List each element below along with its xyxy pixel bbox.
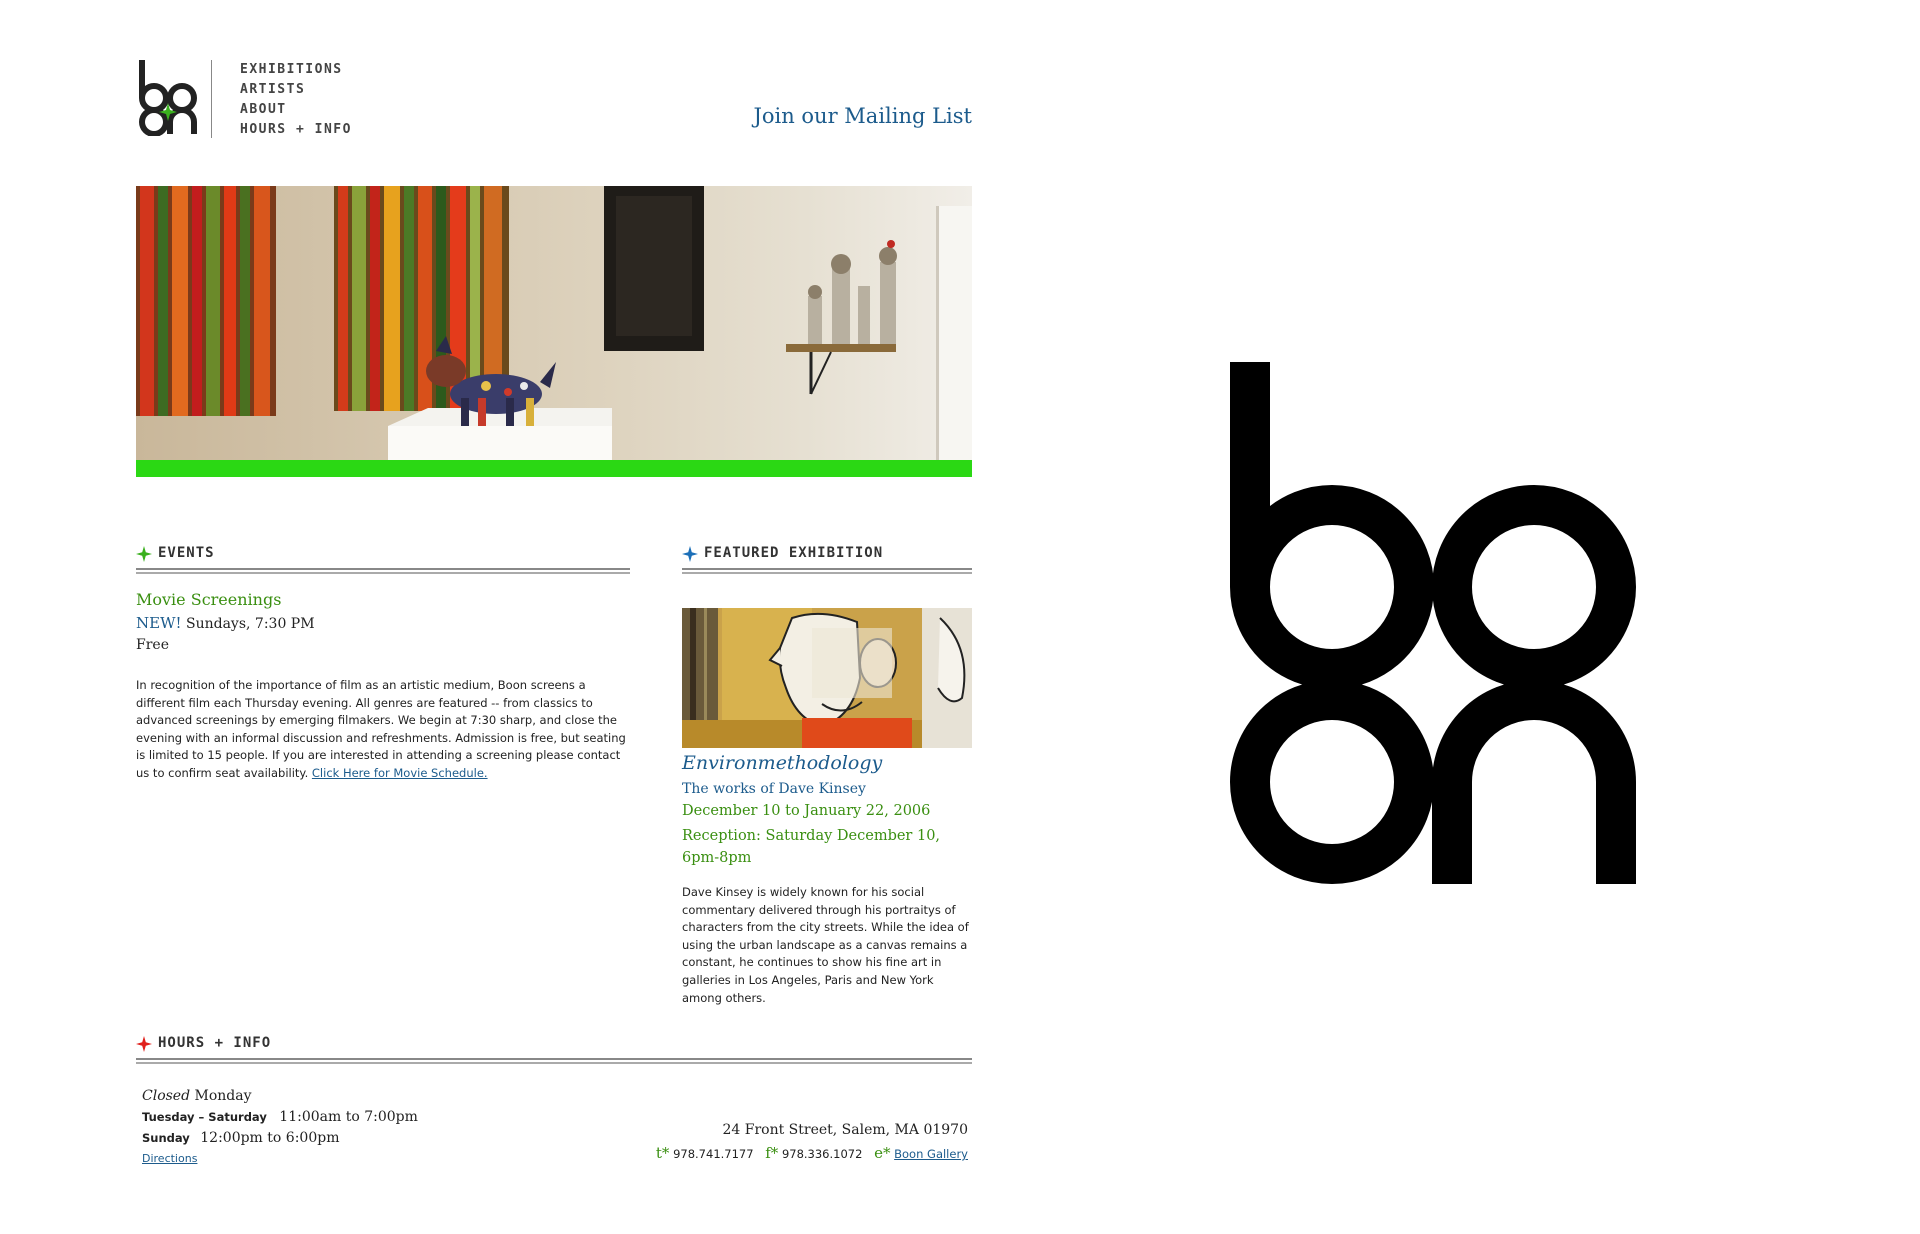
featured-description: Dave Kinsey is widely known for his soci…: [682, 885, 969, 1005]
movie-schedule-link[interactable]: Click Here for Movie Schedule.: [312, 766, 488, 780]
nav-artists[interactable]: ARTISTS: [240, 80, 305, 100]
event-price: Free: [136, 637, 169, 653]
closed-label: Closed: [142, 1088, 191, 1104]
featured-reception: Reception: Saturday December 10, 6pm-8pm: [682, 828, 941, 866]
green-star-icon: [136, 546, 152, 562]
featured-heading: FEATURED EXHIBITION: [704, 545, 884, 561]
featured-dates: December 10 to January 22, 2006: [682, 803, 931, 819]
events-section-header: EVENTS: [136, 542, 630, 574]
nav-about[interactable]: ABOUT: [240, 100, 287, 120]
hours-row-weekdays: Tuesday – Saturday 11:00am to 7:00pm: [142, 1109, 418, 1125]
boon-logo-small[interactable]: [138, 60, 200, 136]
nav-hours-info[interactable]: HOURS + INFO: [240, 120, 352, 140]
event-schedule-line: NEW! Sundays, 7:30 PM: [136, 614, 315, 632]
new-badge: NEW!: [136, 614, 182, 632]
weekday-time: 11:00am to 7:00pm: [279, 1109, 418, 1125]
event-title[interactable]: Movie Screenings: [136, 590, 281, 609]
hours-section-header: HOURS + INFO: [136, 1032, 972, 1064]
email-label: e*: [874, 1144, 891, 1162]
mailing-list-link[interactable]: Join our Mailing List: [700, 104, 972, 128]
directions-link[interactable]: Directions: [142, 1150, 197, 1168]
address: 24 Front Street, Salem, MA 01970: [722, 1122, 968, 1138]
tel-label: t*: [655, 1144, 670, 1162]
sunday-time: 12:00pm to 6:00pm: [200, 1130, 340, 1146]
sunday-days: Sunday: [142, 1131, 190, 1145]
featured-subtitle: The works of Dave Kinsey: [682, 781, 866, 797]
fax-number: 978.336.1072: [781, 1147, 863, 1161]
featured-artwork-image[interactable]: [682, 608, 972, 748]
weekday-days: Tuesday – Saturday: [142, 1110, 267, 1124]
blue-star-icon: [682, 546, 698, 562]
featured-section-header: FEATURED EXHIBITION: [682, 542, 972, 574]
hero-accent-bar: [136, 460, 972, 477]
boon-logo-large: [1230, 362, 1636, 884]
red-star-icon: [136, 1036, 152, 1052]
fax-label: f*: [765, 1144, 779, 1162]
contact-line: t* 978.741.7177 f* 978.336.1072 e* Boon …: [580, 1144, 968, 1162]
gallery-hero-image: [136, 186, 972, 460]
closed-day: Monday: [194, 1088, 252, 1104]
hours-row-sunday: Sunday 12:00pm to 6:00pm: [142, 1130, 339, 1146]
events-heading: EVENTS: [158, 545, 215, 561]
closed-line: Closed Monday: [142, 1088, 252, 1104]
event-description-text: In recognition of the importance of film…: [136, 678, 626, 780]
nav-exhibitions[interactable]: EXHIBITIONS: [240, 60, 343, 80]
header-divider: [211, 60, 212, 138]
featured-title[interactable]: Environmethodology: [682, 752, 882, 774]
event-schedule: Sundays, 7:30 PM: [185, 616, 315, 632]
tel-number[interactable]: 978.741.7177: [673, 1147, 753, 1161]
event-description: In recognition of the importance of film…: [136, 677, 626, 783]
hours-heading: HOURS + INFO: [158, 1035, 272, 1051]
email-link[interactable]: Boon Gallery: [894, 1147, 968, 1161]
